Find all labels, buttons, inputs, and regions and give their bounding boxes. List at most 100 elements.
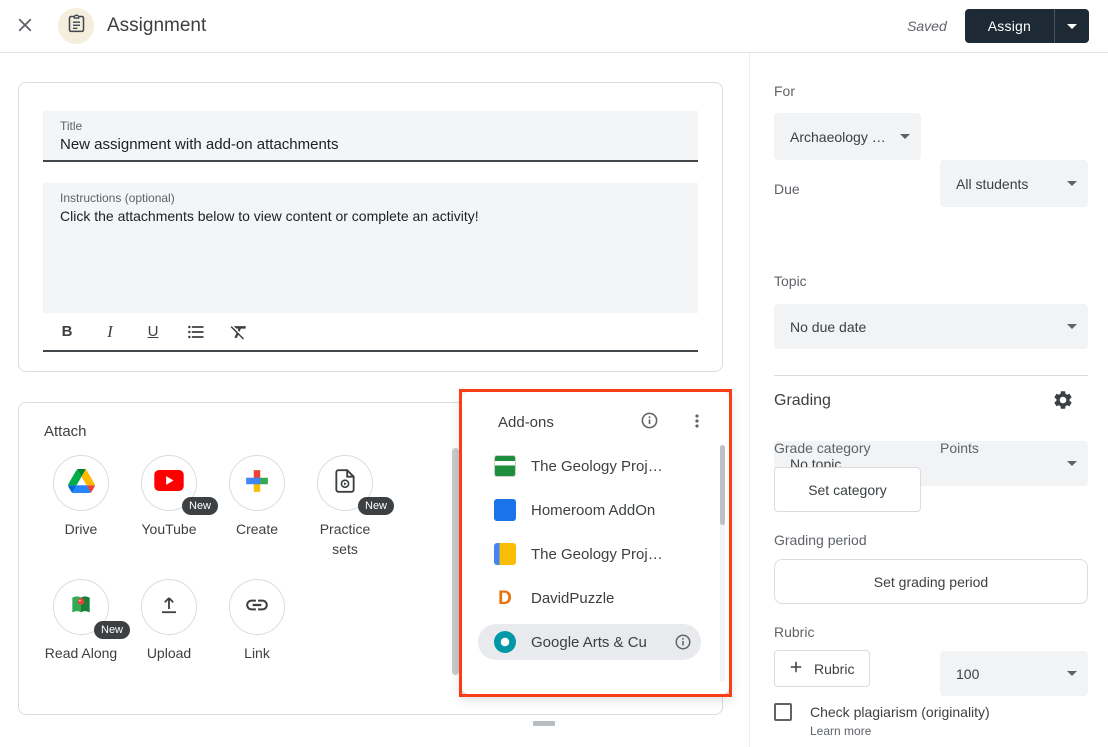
chevron-down-icon bbox=[1067, 324, 1077, 329]
attach-item-youtube: New YouTube bbox=[125, 455, 213, 559]
assignment-page: Assignment Saved Assign Title New assign… bbox=[0, 0, 1108, 747]
youtube-icon bbox=[154, 470, 184, 496]
attach-item-upload: Upload bbox=[125, 579, 213, 663]
addon-item-davidpuzzle[interactable]: D DavidPuzzle bbox=[462, 576, 719, 620]
instructions-field-label: Instructions (optional) bbox=[43, 183, 698, 205]
background-scrollbar[interactable] bbox=[452, 448, 459, 675]
addon-item-homeroom[interactable]: Homeroom AddOn bbox=[462, 488, 719, 532]
instructions-input[interactable]: Instructions (optional) Click the attach… bbox=[43, 183, 698, 313]
new-badge: New bbox=[358, 497, 394, 515]
upload-button[interactable] bbox=[141, 579, 197, 635]
title-field-label: Title bbox=[43, 111, 698, 133]
chevron-down-icon bbox=[1067, 671, 1077, 676]
points-select[interactable]: 100 bbox=[940, 651, 1088, 696]
assignment-type-badge bbox=[58, 8, 94, 44]
class-select[interactable]: Archaeology … bbox=[774, 113, 921, 160]
attach-item-label: Drive bbox=[65, 519, 98, 539]
plus-icon bbox=[787, 658, 805, 679]
attach-item-label: Upload bbox=[147, 643, 191, 663]
attach-item-create: Create bbox=[213, 455, 301, 559]
grading-settings-button[interactable] bbox=[1052, 389, 1074, 414]
plagiarism-checkbox[interactable] bbox=[774, 703, 792, 721]
geology-project-icon bbox=[493, 454, 517, 478]
grade-category-select[interactable]: Set category bbox=[774, 467, 921, 512]
attach-item-label: Read Along bbox=[45, 643, 117, 663]
chevron-down-icon bbox=[1067, 181, 1077, 186]
addons-list: The Geology Proj… Homeroom AddOn The Geo… bbox=[462, 444, 719, 664]
points-value: 100 bbox=[956, 666, 979, 682]
davidpuzzle-icon: D bbox=[493, 586, 517, 610]
assign-button[interactable]: Assign bbox=[965, 9, 1054, 43]
top-bar-actions: Saved Assign bbox=[907, 9, 1089, 43]
clear-formatting-icon[interactable] bbox=[228, 321, 250, 343]
addon-item-label: Google Arts & Cu bbox=[531, 634, 647, 651]
geology-notebook-icon bbox=[493, 542, 517, 566]
page-title: Assignment bbox=[107, 15, 206, 37]
learn-more-link[interactable]: Learn more bbox=[810, 724, 871, 738]
attach-options: Drive New YouTube bbox=[37, 455, 401, 683]
rubric-label: Rubric bbox=[774, 624, 814, 640]
title-field[interactable]: Title New assignment with add-on attachm… bbox=[43, 111, 698, 162]
set-grading-period-button[interactable]: Set grading period bbox=[774, 559, 1088, 604]
text-format-toolbar: B I U bbox=[43, 313, 698, 350]
link-button[interactable] bbox=[229, 579, 285, 635]
addons-scrollbar-thumb[interactable] bbox=[720, 445, 725, 525]
assign-dropdown-button[interactable] bbox=[1054, 9, 1089, 43]
italic-icon[interactable]: I bbox=[99, 321, 121, 343]
addon-info-button[interactable] bbox=[674, 633, 692, 654]
gear-icon bbox=[1052, 389, 1074, 414]
bold-icon[interactable]: B bbox=[56, 321, 78, 343]
attach-item-label: Create bbox=[236, 519, 278, 539]
attach-item-read-along: New Read Along bbox=[37, 579, 125, 663]
homeroom-addon-icon bbox=[493, 498, 517, 522]
google-drive-icon bbox=[68, 469, 95, 498]
partial-next-addon bbox=[533, 721, 555, 726]
info-icon bbox=[674, 633, 692, 654]
close-button[interactable] bbox=[14, 14, 36, 39]
addon-item-google-arts-culture[interactable]: Google Arts & Cu bbox=[478, 624, 701, 660]
plagiarism-label: Check plagiarism (originality) bbox=[810, 704, 990, 720]
addons-scrollbar[interactable] bbox=[720, 445, 725, 682]
assignment-details-card: Title New assignment with add-on attachm… bbox=[18, 82, 723, 372]
create-plus-icon bbox=[244, 468, 270, 499]
create-button[interactable] bbox=[229, 455, 285, 511]
top-bar: Assignment Saved Assign bbox=[0, 0, 1108, 53]
underline-icon[interactable]: U bbox=[142, 321, 164, 343]
class-select-value: Archaeology … bbox=[790, 129, 886, 145]
instructions-field: Instructions (optional) Click the attach… bbox=[43, 183, 698, 352]
chevron-down-icon bbox=[1067, 24, 1077, 29]
students-select[interactable]: All students bbox=[940, 160, 1088, 207]
upload-icon bbox=[157, 593, 181, 622]
attach-item-practice-sets: New Practice sets bbox=[301, 455, 389, 559]
assignment-clipboard-icon bbox=[66, 13, 87, 39]
set-grading-period-label: Set grading period bbox=[874, 574, 988, 590]
chevron-down-icon bbox=[900, 134, 910, 139]
attach-item-label: Practice sets bbox=[308, 519, 382, 559]
grade-category-label: Grade category bbox=[774, 440, 871, 456]
vertical-dots-icon bbox=[687, 411, 707, 434]
addon-item-geology-project[interactable]: The Geology Proj… bbox=[462, 444, 719, 488]
addons-popup: Add-ons The Geology Proj… Homeroom AddOn bbox=[462, 392, 729, 694]
chevron-down-icon bbox=[1067, 461, 1077, 466]
addons-overflow-menu-button[interactable] bbox=[687, 411, 707, 434]
grade-category-value: Set category bbox=[808, 482, 887, 498]
attach-item-label: Link bbox=[244, 643, 270, 663]
drive-button[interactable] bbox=[53, 455, 109, 511]
info-icon bbox=[640, 411, 659, 433]
grading-period-label: Grading period bbox=[774, 532, 867, 548]
attach-heading: Attach bbox=[44, 423, 87, 440]
due-date-select[interactable]: No due date bbox=[774, 304, 1088, 349]
addon-item-label: DavidPuzzle bbox=[531, 590, 614, 607]
instructions-field-value: Click the attachments below to view cont… bbox=[43, 205, 698, 224]
read-along-icon bbox=[68, 592, 94, 623]
assign-split-button: Assign bbox=[965, 9, 1089, 43]
bulleted-list-icon[interactable] bbox=[185, 321, 207, 343]
addon-item-label: The Geology Proj… bbox=[531, 458, 663, 475]
addons-info-button[interactable] bbox=[640, 411, 659, 433]
add-rubric-button[interactable]: Rubric bbox=[774, 650, 870, 687]
close-icon bbox=[14, 14, 36, 39]
addons-popup-header: Add-ons bbox=[462, 406, 729, 438]
topic-label: Topic bbox=[774, 273, 807, 289]
addon-item-geology-project-2[interactable]: The Geology Proj… bbox=[462, 532, 719, 576]
sidebar-divider bbox=[774, 375, 1088, 376]
